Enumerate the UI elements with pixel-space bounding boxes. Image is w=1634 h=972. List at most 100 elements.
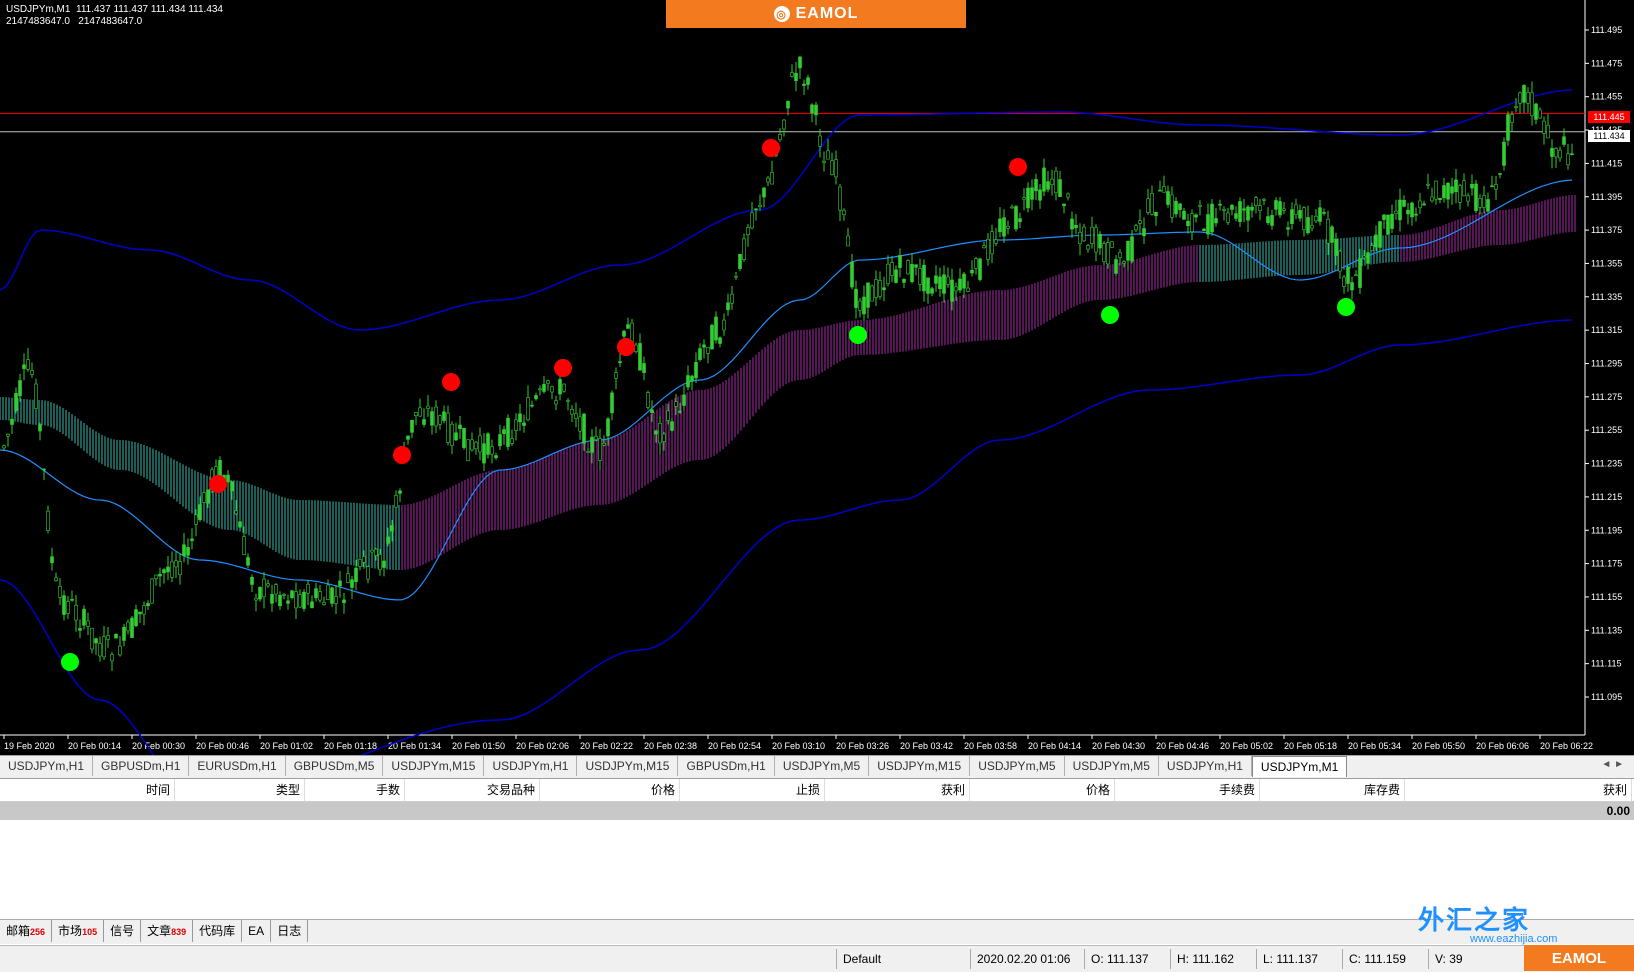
- grid-column-header[interactable]: 价格: [540, 779, 680, 801]
- candle-body: [1546, 124, 1550, 139]
- grid-column-header[interactable]: 止损: [680, 779, 825, 801]
- sell-signal-dot: [617, 338, 635, 356]
- candle-body: [318, 591, 322, 601]
- candle-body: [682, 394, 686, 406]
- candle-body: [670, 421, 674, 431]
- candle-body: [1110, 241, 1114, 248]
- candle-body: [962, 273, 966, 289]
- terminal-tab[interactable]: EA: [242, 920, 272, 942]
- time-axis-label: 20 Feb 05:18: [1284, 741, 1337, 751]
- candle-body: [1386, 214, 1390, 235]
- price-axis-label: 111.295: [1591, 359, 1622, 369]
- candle-body: [1326, 218, 1330, 244]
- grid-column-header[interactable]: 类型: [175, 779, 305, 801]
- price-axis-label: 111.495: [1591, 25, 1622, 35]
- candle-body: [1438, 198, 1442, 201]
- candle-body: [458, 424, 462, 429]
- candle-body: [310, 601, 314, 609]
- chart-tab[interactable]: USDJPYm,M15: [577, 756, 679, 776]
- candle-body: [1278, 201, 1282, 216]
- chart-tab[interactable]: USDJPYm,M5: [775, 756, 870, 776]
- chart-tab[interactable]: EURUSDm,H1: [189, 756, 286, 776]
- chart-tab[interactable]: USDJPYm,M5: [1065, 756, 1159, 776]
- candle-body: [1030, 187, 1034, 200]
- candle-body: [394, 495, 398, 508]
- grid-column-header[interactable]: 价格: [970, 779, 1115, 801]
- candle-body: [1210, 203, 1214, 233]
- chart-tab[interactable]: USDJPYm,M5: [970, 756, 1065, 776]
- candle-body: [1454, 179, 1458, 193]
- candle-body: [950, 279, 954, 302]
- terminal-tab-label: 信号: [110, 924, 135, 938]
- candle-body: [62, 595, 66, 615]
- candle-body: [1246, 206, 1250, 221]
- candle-body: [106, 635, 110, 640]
- grid-column-header[interactable]: 手数: [305, 779, 405, 801]
- candle-body: [766, 177, 770, 183]
- terminal-tab[interactable]: 文章839: [141, 920, 194, 942]
- grid-column-header[interactable]: 手续费: [1115, 779, 1260, 801]
- sell-signal-dot: [209, 475, 227, 493]
- candle-body: [130, 617, 134, 638]
- candle-body: [330, 587, 334, 604]
- candle-body: [1302, 207, 1306, 230]
- terminal-tab[interactable]: 日志: [271, 920, 309, 942]
- terminal-tab[interactable]: 代码库: [193, 920, 243, 942]
- candle-body: [598, 438, 602, 461]
- candle-body: [494, 455, 498, 459]
- chart-tab[interactable]: USDJPYm,H1: [484, 756, 578, 776]
- terminal-tab-badge: 839: [171, 927, 187, 937]
- candle-body: [698, 348, 702, 360]
- grid-column-header[interactable]: 库存费: [1260, 779, 1405, 801]
- candle-body: [1294, 204, 1298, 215]
- candle-body: [998, 218, 1002, 233]
- chart-tab[interactable]: GBPUSDm,H1: [678, 756, 775, 776]
- time-axis-label: 20 Feb 06:22: [1540, 741, 1593, 751]
- candle-body: [1322, 212, 1326, 214]
- candle-body: [1474, 183, 1478, 211]
- candle-body: [1374, 234, 1378, 248]
- terminal-tab[interactable]: 信号: [104, 920, 142, 942]
- candle-body: [138, 611, 142, 615]
- candle-body: [1514, 106, 1518, 108]
- chart-tab[interactable]: USDJPYm,M1: [1251, 756, 1348, 777]
- grid-column-header[interactable]: 交易品种: [405, 779, 540, 801]
- terminal-tab[interactable]: 市场105: [52, 920, 105, 942]
- chart-symbol-header: USDJPYm,M1 111.437 111.437 111.434 111.4…: [6, 4, 223, 28]
- chart-canvas[interactable]: 111.495111.475111.455111.435111.415111.3…: [0, 0, 1634, 755]
- time-axis-label: 19 Feb 2020: [4, 741, 55, 751]
- chart-tab[interactable]: GBPUSDm,H1: [93, 756, 190, 776]
- tab-scroll-arrows-icon[interactable]: ◄ ►: [1601, 759, 1624, 770]
- grid-column-header[interactable]: 获利: [1405, 779, 1632, 801]
- candle-body: [70, 599, 74, 601]
- candle-body: [354, 567, 358, 582]
- candle-body: [542, 384, 546, 392]
- candle-body: [1062, 203, 1066, 207]
- grid-column-header[interactable]: 时间: [0, 779, 175, 801]
- candle-body: [1026, 187, 1030, 209]
- chart-tab[interactable]: GBPUSDm,M5: [286, 756, 384, 776]
- candle-body: [442, 411, 446, 421]
- candle-body: [1498, 173, 1502, 175]
- time-axis-label: 20 Feb 01:02: [260, 741, 313, 751]
- terminal-tab[interactable]: 邮箱256: [0, 920, 53, 942]
- chart-tab[interactable]: USDJPYm,H1: [1159, 756, 1252, 776]
- candle-body: [750, 212, 754, 229]
- candle-body: [174, 560, 178, 568]
- candle-body: [702, 344, 706, 348]
- candle-body: [358, 559, 362, 567]
- candle-body: [182, 544, 186, 556]
- price-axis-label: 111.135: [1591, 625, 1622, 635]
- candle-body: [314, 588, 318, 599]
- candle-body: [334, 596, 338, 604]
- candle-body: [678, 410, 682, 413]
- candle-body: [498, 434, 502, 447]
- chart-tab[interactable]: USDJPYm,H1: [0, 756, 94, 776]
- brand-corner-logo: EAMOL: [1524, 945, 1634, 971]
- grid-column-header[interactable]: 获利: [825, 779, 970, 801]
- price-chart[interactable]: 111.495111.475111.455111.435111.415111.3…: [0, 0, 1634, 755]
- chart-tab[interactable]: USDJPYm,M15: [869, 756, 971, 776]
- chart-tab[interactable]: USDJPYm,M15: [383, 756, 485, 776]
- candle-body: [1378, 221, 1382, 248]
- candle-body: [390, 525, 394, 532]
